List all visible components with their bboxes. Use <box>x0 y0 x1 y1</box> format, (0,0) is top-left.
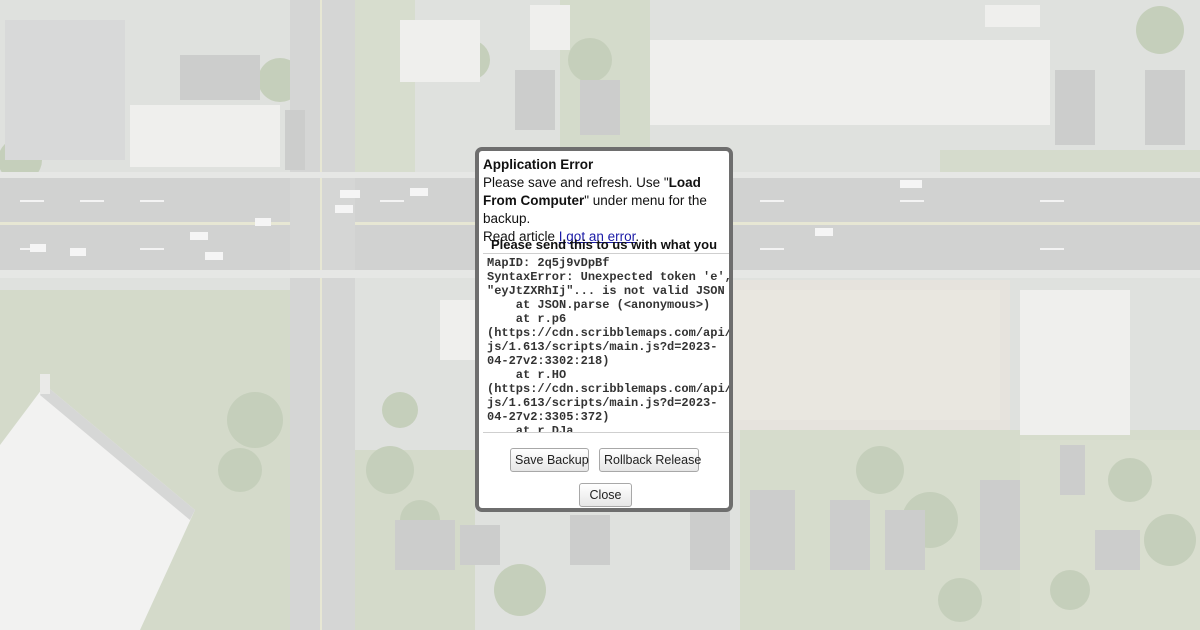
application-error-dialog: Application Error Please save and refres… <box>475 147 733 512</box>
rollback-release-button[interactable]: Rollback Release <box>599 448 701 472</box>
dialog-title: Application Error <box>483 157 594 172</box>
error-log-textarea[interactable]: MapID: 2q5j9vDpBf SyntaxError: Unexpecte… <box>483 253 729 433</box>
save-backup-button[interactable]: Save Backup <box>510 448 589 472</box>
send-instructions: Please send this to us with what you <box>490 237 718 252</box>
message-text-1: Please save and refresh. Use " <box>483 175 669 190</box>
dialog-message: Please save and refresh. Use "Load From … <box>483 174 729 246</box>
close-button[interactable]: Close <box>579 483 632 507</box>
